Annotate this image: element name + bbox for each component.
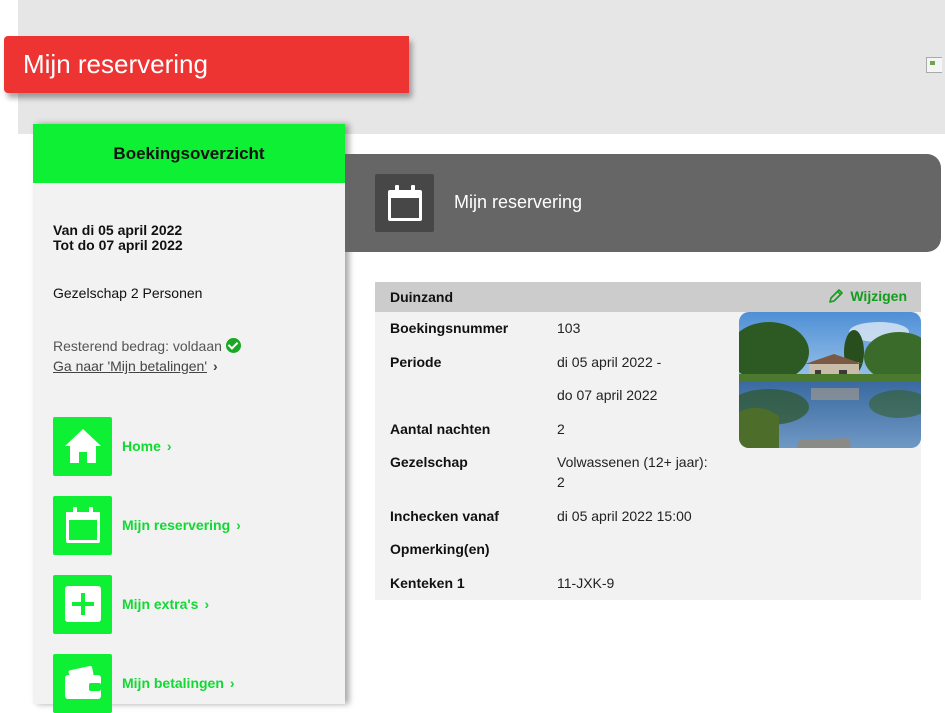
party-size: Gezelschap 2 Personen <box>53 285 203 301</box>
row-value: 2 <box>557 421 565 437</box>
calendar-icon <box>375 174 434 232</box>
nav-item-payments[interactable]: Mijn betalingen › <box>53 653 235 713</box>
row-value: do 07 april 2022 <box>557 387 658 403</box>
page-title: Mijn reservering <box>23 49 208 79</box>
date-to: Tot do 07 april 2022 <box>53 237 183 253</box>
wallet-icon <box>53 653 112 713</box>
reservation-header-title: Mijn reservering <box>454 192 583 212</box>
accommodation-photo <box>739 312 921 448</box>
reservation-header: Mijn reservering <box>345 154 941 252</box>
row-label: Opmerking(en) <box>390 541 490 557</box>
pencil-icon <box>829 289 844 303</box>
nav-item-reservation[interactable]: Mijn reservering › <box>53 495 241 555</box>
row-label: Kenteken 1 <box>390 575 465 591</box>
nav-label: Mijn extra's › <box>122 596 210 612</box>
accommodation-name: Duinzand <box>390 289 453 305</box>
payments-link-row[interactable]: Ga naar 'Mijn betalingen' › <box>53 358 218 374</box>
sidebar-header: Boekingsoverzicht <box>33 124 345 183</box>
chevron-right-icon: › <box>236 517 241 533</box>
nav-label: Mijn reservering › <box>122 517 241 533</box>
chevron-right-icon: › <box>166 438 172 454</box>
payments-link[interactable]: Ga naar 'Mijn betalingen' <box>53 358 207 374</box>
edit-label: Wijzigen <box>850 288 907 304</box>
remaining-amount: Resterend bedrag: voldaan <box>53 338 241 354</box>
reservation-card: Duinzand Wijzigen Boekingsnummer 103 Per… <box>375 282 921 600</box>
row-value: 11-JXK-9 <box>557 575 615 591</box>
row-label: Inchecken vanaf <box>390 508 499 524</box>
plus-icon <box>53 574 112 634</box>
row-value: di 05 april 2022 - <box>557 354 662 370</box>
row-label: Gezelschap <box>390 454 468 470</box>
nav-label: Home › <box>122 438 172 454</box>
row-value: Volwassenen (12+ jaar): 2 <box>557 454 708 490</box>
check-circle-icon <box>225 338 241 353</box>
page-title-banner: Mijn reservering <box>4 36 409 93</box>
remaining-amount-text: Resterend bedrag: voldaan <box>53 338 222 354</box>
calendar-icon <box>53 495 112 555</box>
nav-item-home[interactable]: Home › <box>53 416 172 476</box>
row-value: di 05 april 2022 15:00 <box>557 508 692 524</box>
home-icon <box>53 416 112 476</box>
chevron-right-icon: › <box>213 358 218 374</box>
edit-button[interactable]: Wijzigen <box>828 288 907 304</box>
nav-item-extras[interactable]: Mijn extra's › <box>53 574 209 634</box>
row-label: Aantal nachten <box>390 421 491 437</box>
chevron-right-icon: › <box>204 596 210 612</box>
date-from: Van di 05 april 2022 <box>53 222 183 238</box>
row-value: 103 <box>557 320 581 336</box>
row-label: Periode <box>390 354 442 370</box>
sidebar: Boekingsoverzicht Van di 05 april 2022 T… <box>33 124 345 713</box>
row-label: Boekingsnummer <box>390 320 509 336</box>
card-header: Duinzand Wijzigen <box>375 282 921 312</box>
broken-image-icon <box>926 57 942 73</box>
